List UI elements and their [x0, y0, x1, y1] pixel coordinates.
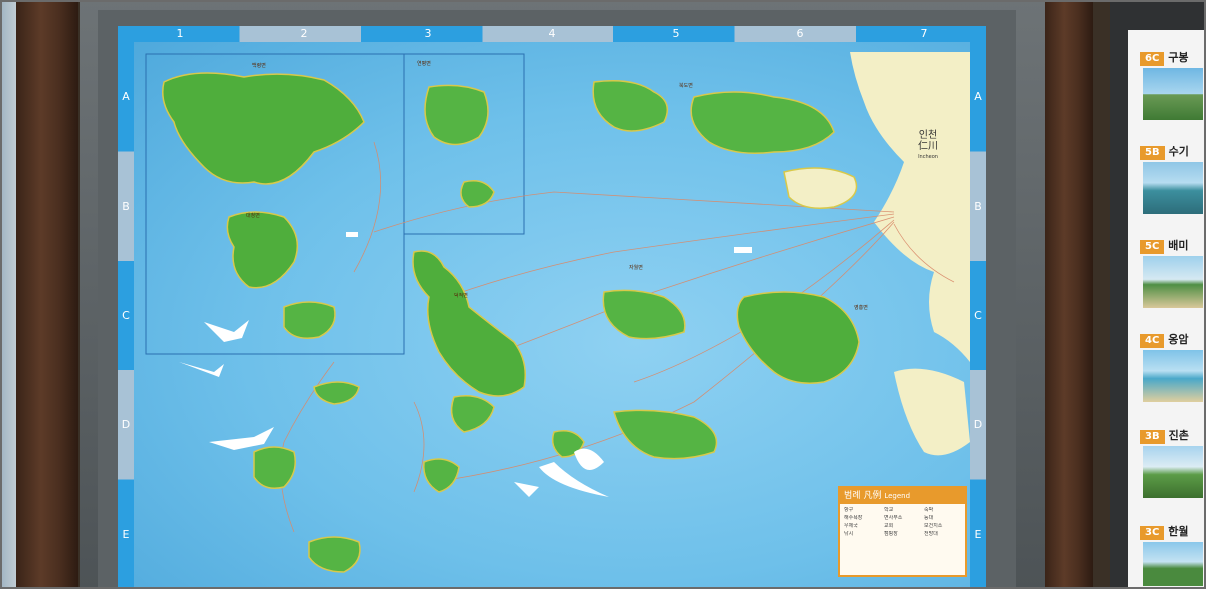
islands — [162, 72, 860, 573]
grid-row-letters-left: A B C D E — [118, 42, 134, 589]
legend-item: 항구 — [844, 507, 854, 513]
key-code: 5B — [1140, 146, 1165, 160]
key-code: 5C — [1140, 240, 1165, 254]
key-photo-6c — [1143, 68, 1203, 120]
ferry-ship-small-icon — [346, 232, 358, 237]
legend-item: 캠핑장 — [884, 531, 898, 537]
legend-item: 보건지소 — [924, 523, 943, 529]
region-label-yeongheung: 영흥면 — [854, 305, 868, 311]
key-title: 진촌 — [1168, 429, 1189, 442]
mainland-incheon — [850, 52, 970, 362]
wooden-post-right — [1045, 0, 1093, 589]
key-title: 구봉 — [1168, 51, 1189, 64]
map-legend: 범례 凡例 Legend 항구 학교 숙박 해수욕장 면사무소 등대 우체국 교… — [838, 486, 967, 577]
key-item-5b: 5B 수기 — [1140, 140, 1206, 160]
key-item-4c: 4C 옹암 — [1140, 328, 1206, 348]
mainland-south — [894, 368, 970, 456]
key-photo-3c — [1143, 542, 1203, 586]
grid-row-a: A — [122, 90, 130, 104]
key-item-5c: 5C 배미 — [1140, 234, 1206, 254]
key-photo-3b — [1143, 446, 1203, 498]
legend-body: 항구 학교 숙박 해수욕장 면사무소 등대 우체국 교회 보건지소 낚시 캠핑장… — [840, 504, 965, 541]
region-label-baengnyeong: 백령면 — [252, 63, 266, 69]
legend-item: 숙박 — [924, 507, 934, 513]
legend-item: 우체국 — [844, 523, 858, 529]
city-label-incheon: 인천 仁川 Incheon — [910, 130, 946, 163]
key-code: 3B — [1140, 430, 1165, 444]
key-item-3c: 3C 한월 — [1140, 520, 1206, 540]
region-label-jawol: 자월면 — [629, 265, 643, 271]
region-label-yeonpyeong: 연평면 — [417, 61, 431, 67]
key-code: 6C — [1140, 52, 1165, 66]
grid-row-d-right: D — [973, 418, 983, 432]
grid-col-3: 3 — [424, 27, 432, 40]
city-name-hanja: 仁川 — [918, 141, 938, 152]
key-title: 한월 — [1168, 525, 1189, 538]
legend-item: 학교 — [884, 507, 894, 513]
legend-header: 범례 凡例 Legend — [840, 488, 965, 504]
grid-row-e: E — [122, 527, 130, 541]
key-title: 수기 — [1168, 145, 1189, 158]
legend-item: 전망대 — [924, 531, 938, 537]
grid-row-c: C — [122, 309, 130, 323]
legend-item: 등대 — [924, 515, 934, 521]
grid-row-d: D — [121, 418, 131, 432]
sea-area: 백령면 대청면 연평면 덕적면 자월면 영흥면 북도면 인천 仁川 Incheo… — [134, 42, 970, 589]
key-photo-5b — [1143, 162, 1203, 214]
city-name-en: Incheon — [918, 154, 938, 160]
legend-item: 교회 — [884, 523, 894, 529]
ferry-ship-icon — [734, 247, 752, 253]
grid-col-2: 2 — [300, 27, 308, 40]
grid-col-5: 5 — [672, 27, 680, 40]
grid-row-b-right: B — [974, 199, 982, 213]
legend-title-ko: 범례 — [844, 491, 861, 501]
legend-item: 면사무소 — [884, 515, 903, 521]
grid-col-7: 7 — [920, 27, 928, 40]
region-label-daecheong: 대청면 — [246, 213, 260, 219]
key-code: 4C — [1140, 334, 1165, 348]
grid-col-6: 6 — [796, 27, 804, 40]
legend-title-en: Legend — [884, 492, 911, 500]
city-name-ko: 인천 — [918, 130, 938, 141]
key-title: 옹암 — [1168, 333, 1189, 346]
legend-item: 낚시 — [844, 531, 854, 537]
wooden-post-left — [16, 0, 78, 589]
grid-row-a-right: A — [974, 90, 982, 104]
seagulls — [179, 320, 609, 497]
grid-row-e-right: E — [974, 527, 982, 541]
grid-row-letters-right: A B C D E — [970, 42, 986, 589]
key-photo-5c — [1143, 256, 1203, 308]
grid-col-4: 4 — [548, 27, 556, 40]
photo-scene: 1 2 3 4 5 6 7 A B C D E A B C D E 백령면 대청… — [0, 0, 1206, 589]
island-map-board: 1 2 3 4 5 6 7 A B C D E A B C D E 백령면 대청… — [118, 26, 986, 589]
key-photo-4c — [1143, 350, 1203, 402]
grid-column-numbers: 1 2 3 4 5 6 7 — [118, 26, 986, 42]
key-item-6c: 6C 구봉 — [1140, 46, 1206, 66]
legend-items: 항구 학교 숙박 해수욕장 면사무소 등대 우체국 교회 보건지소 낚시 캠핑장… — [844, 507, 961, 538]
key-title: 배미 — [1168, 239, 1189, 252]
grid-row-b: B — [122, 199, 130, 213]
key-item-3b: 3B 진촌 — [1140, 424, 1206, 444]
region-label-deokjeok: 덕적면 — [454, 293, 468, 299]
grid-col-1: 1 — [176, 27, 184, 40]
legend-title-hanja: 凡例 — [863, 491, 882, 501]
legend-item: 해수욕장 — [844, 515, 863, 521]
region-label-bukdo: 북도면 — [679, 83, 693, 89]
key-code: 3C — [1140, 526, 1165, 540]
grid-row-c-right: C — [974, 309, 982, 323]
